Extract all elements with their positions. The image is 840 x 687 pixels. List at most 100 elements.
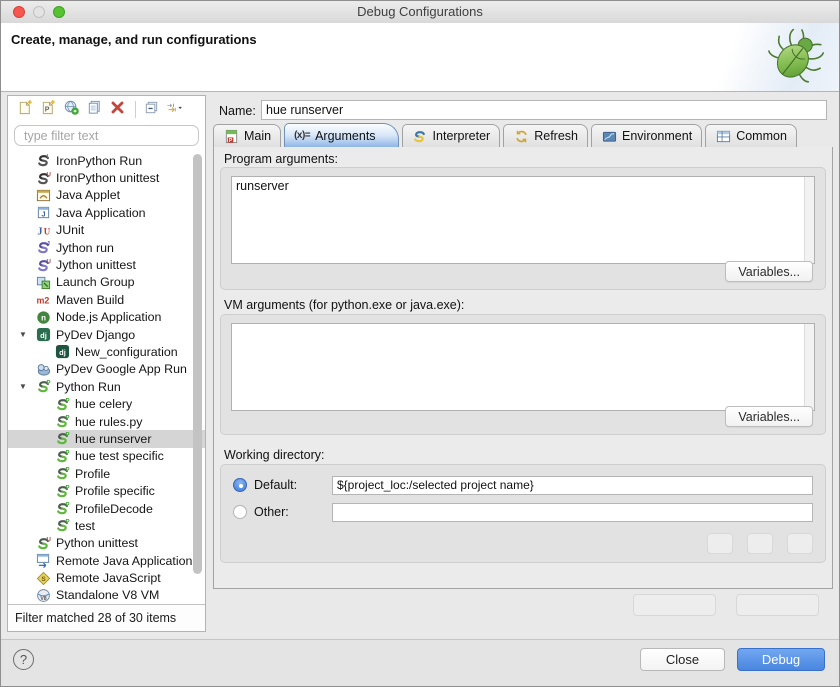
export-configurations-button[interactable] — [61, 99, 82, 120]
refresh-icon — [513, 128, 529, 144]
tab[interactable]: Interpreter — [402, 124, 501, 147]
configurations-tree: I IronPython Run U IronPython unittest J… — [8, 152, 205, 604]
tree-item[interactable]: P test — [8, 517, 205, 534]
tab[interactable]: P Main — [213, 124, 281, 147]
tab[interactable]: Refresh — [503, 124, 588, 147]
tree-item[interactable]: P Profile specific — [8, 482, 205, 499]
tree-item[interactable]: P Python Run — [8, 378, 205, 395]
svg-text:P: P — [228, 137, 232, 143]
working-directory-button[interactable] — [787, 533, 813, 554]
debug-button[interactable]: Debug — [737, 648, 825, 671]
tree-item[interactable]: P hue runserver — [8, 430, 205, 447]
tree-item-label: Jython run — [56, 241, 114, 255]
working-directory-buttons — [707, 533, 813, 554]
name-label: Name: — [219, 104, 256, 118]
java-application-icon: J — [35, 205, 52, 221]
delete-icon — [109, 99, 126, 121]
tree-item[interactable]: I IronPython Run — [8, 152, 205, 169]
jython-unittest-icon: U — [35, 257, 52, 273]
configurations-sidebar: P I IronPython Run U IronPython unittest… — [7, 95, 206, 632]
duplicate-icon — [86, 99, 103, 121]
name-input[interactable] — [261, 100, 827, 120]
tree-item[interactable]: J Java Application — [8, 204, 205, 221]
delete-button[interactable] — [107, 99, 128, 120]
tree-item[interactable]: Java Applet — [8, 187, 205, 204]
vertical-scrollbar-thumb[interactable] — [193, 154, 202, 574]
new-prototype-button[interactable]: P — [38, 99, 59, 120]
program-arguments-textarea[interactable]: runserver — [232, 177, 803, 263]
filter-input[interactable] — [14, 125, 199, 146]
svg-text:P: P — [66, 519, 70, 526]
svg-text:P: P — [45, 105, 50, 113]
tree-item[interactable]: dj PyDev Django — [8, 326, 205, 343]
working-directory-button[interactable] — [707, 533, 733, 554]
tree-item[interactable]: P hue celery — [8, 395, 205, 412]
other-radio[interactable] — [233, 505, 247, 519]
common-icon — [715, 128, 731, 144]
action-button[interactable] — [736, 594, 819, 616]
tree-item[interactable]: P ProfileDecode — [8, 500, 205, 517]
new-configuration-button[interactable] — [15, 99, 36, 120]
working-directory-group: Default: Other: — [220, 464, 826, 563]
help-button[interactable]: ? — [13, 649, 34, 670]
other-directory-input[interactable] — [332, 503, 813, 522]
svg-text:P: P — [66, 414, 70, 421]
tab[interactable]: Common — [705, 124, 797, 147]
tree-item[interactable]: J Jython run — [8, 239, 205, 256]
tree-item[interactable]: JU JUnit — [8, 222, 205, 239]
filter-configurations-button[interactable] — [164, 99, 185, 120]
arguments-icon: (x)= — [294, 128, 310, 144]
svg-text:P: P — [66, 466, 70, 473]
tree-item[interactable]: P hue test specific — [8, 448, 205, 465]
tree-item[interactable]: Remote Java Application — [8, 552, 205, 569]
tree-item[interactable]: U Python unittest — [8, 535, 205, 552]
tree-item[interactable]: P Profile — [8, 465, 205, 482]
python-run-icon: P — [54, 501, 71, 517]
toolbar-separator — [135, 101, 136, 118]
default-directory-input[interactable] — [332, 476, 813, 495]
tree-item[interactable]: n Node.js Application — [8, 309, 205, 326]
tree-item-label: hue test specific — [75, 449, 164, 463]
filter-status: Filter matched 28 of 30 items — [8, 604, 205, 631]
tree-item[interactable]: dj New_configuration — [8, 343, 205, 360]
python-run-icon: P — [54, 483, 71, 499]
working-directory-button[interactable] — [747, 533, 773, 554]
jython-run-icon: J — [35, 240, 52, 256]
svg-text:I: I — [47, 153, 49, 160]
close-button[interactable]: Close — [640, 648, 725, 671]
tree-vertical-scrollbar[interactable] — [192, 154, 203, 600]
program-arguments-field-frame: runserver — [231, 176, 815, 264]
tree-item[interactable]: U Jython unittest — [8, 256, 205, 273]
maven-build-icon: m2 — [35, 292, 52, 308]
tree-item[interactable]: U IronPython unittest — [8, 169, 205, 186]
tree-item[interactable]: m2 Maven Build — [8, 291, 205, 308]
textarea-scrollbar-track[interactable] — [804, 324, 814, 410]
svg-text:U: U — [47, 171, 52, 178]
textarea-scrollbar-track[interactable] — [804, 177, 814, 263]
python-run-icon: P — [35, 379, 52, 395]
svg-text:m2: m2 — [36, 296, 49, 306]
tab[interactable]: (x)= Arguments — [284, 123, 398, 147]
tree-item[interactable]: V8 Standalone V8 VM — [8, 587, 205, 604]
tab[interactable]: Environment — [591, 124, 702, 147]
tab-label: Environment — [622, 129, 692, 143]
ironpython-run-icon: I — [35, 153, 52, 169]
python-unittest-icon: U — [35, 535, 52, 551]
tree-item[interactable]: Launch Group — [8, 274, 205, 291]
vm-arguments-textarea[interactable] — [232, 324, 803, 410]
duplicate-button[interactable] — [84, 99, 105, 120]
python-run-icon: P — [54, 414, 71, 430]
svg-text:J: J — [47, 240, 50, 247]
collapse-all-button[interactable] — [141, 99, 162, 120]
program-arguments-variables-button[interactable]: Variables... — [725, 261, 813, 282]
tree-item[interactable]: PyDev Google App Run — [8, 361, 205, 378]
vm-arguments-variables-button[interactable]: Variables... — [725, 406, 813, 427]
vm-arguments-label: VM arguments (for python.exe or java.exe… — [224, 298, 464, 312]
action-button[interactable] — [633, 594, 716, 616]
sidebar-toolbar: P — [8, 96, 205, 123]
tree-item[interactable]: S Remote JavaScript — [8, 569, 205, 586]
default-radio[interactable] — [233, 478, 247, 492]
tab-strip: P Main (x)= Arguments Interpreter Refres… — [213, 123, 833, 148]
tree-item[interactable]: P hue rules.py — [8, 413, 205, 430]
tree-item-label: hue rules.py — [75, 415, 143, 429]
